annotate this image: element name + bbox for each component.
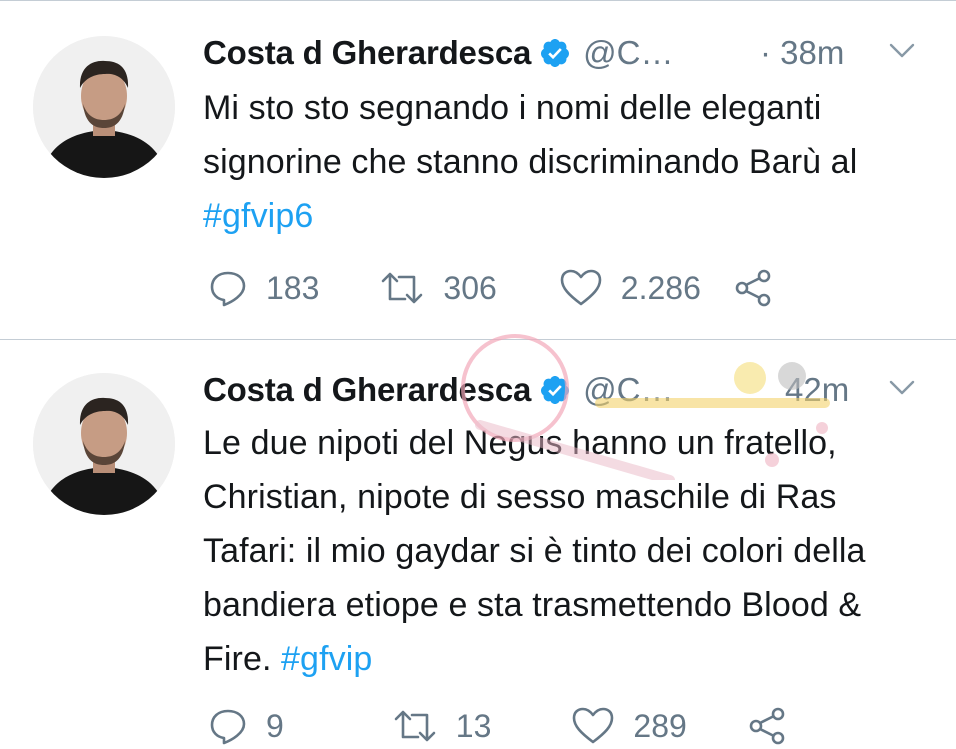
avatar[interactable] <box>33 373 175 515</box>
tweet-time[interactable]: · 38m <box>760 27 844 79</box>
like-count: 2.286 <box>620 269 701 306</box>
retweet-icon <box>394 710 436 742</box>
tweet-text-plain: Mi sto sto segnando i nomi delle elegant… <box>203 89 858 181</box>
avatar[interactable] <box>33 36 175 178</box>
chevron-down-icon[interactable] <box>887 41 917 61</box>
author-name[interactable]: Costa d Gherardesca <box>203 371 531 409</box>
hashtag-link[interactable]: #gfvip6 <box>203 197 313 235</box>
reply-count: 183 <box>266 269 320 306</box>
tweet-2[interactable]: Costa d Gherardesca @C… 42m Le due nipot… <box>0 339 956 749</box>
author-handle[interactable]: @C… <box>583 34 673 72</box>
author-name[interactable]: Costa d Gherardesca <box>203 34 531 72</box>
author-handle[interactable]: @C… <box>583 371 673 409</box>
reply-icon <box>210 271 246 307</box>
share-button[interactable] <box>733 268 775 308</box>
tweet-1[interactable]: Costa d Gherardesca @C… · 38m Mi sto sto… <box>0 0 956 339</box>
share-button[interactable] <box>747 706 789 746</box>
like-button[interactable]: 289 <box>571 706 687 746</box>
action-bar: 183 306 2.286 <box>208 268 775 308</box>
share-icon <box>735 269 771 307</box>
retweet-count: 306 <box>443 269 497 306</box>
retweet-icon <box>382 272 423 304</box>
reply-count: 9 <box>266 707 284 744</box>
like-button[interactable]: 2.286 <box>559 268 701 308</box>
retweet-count: 13 <box>455 707 492 744</box>
tweet-text: Mi sto sto segnando i nomi delle elegant… <box>203 81 923 243</box>
share-icon <box>749 707 785 745</box>
reply-button[interactable]: 9 <box>208 706 284 746</box>
reply-icon <box>210 709 246 745</box>
reply-button[interactable]: 183 <box>208 268 319 308</box>
like-icon <box>560 269 602 306</box>
action-bar: 9 13 289 <box>208 706 789 746</box>
tweet-text: Le due nipoti del Negus hanno un fratell… <box>203 416 923 686</box>
verified-badge-icon <box>541 376 570 404</box>
retweet-button[interactable]: 13 <box>392 706 492 746</box>
hashtag-link[interactable]: #gfvip <box>281 640 372 678</box>
tweet-time[interactable]: 42m <box>785 364 849 416</box>
like-count: 289 <box>633 707 687 744</box>
verified-badge-icon <box>541 39 570 67</box>
like-icon <box>573 707 614 744</box>
chevron-down-icon[interactable] <box>887 378 917 398</box>
retweet-button[interactable]: 306 <box>379 268 497 308</box>
